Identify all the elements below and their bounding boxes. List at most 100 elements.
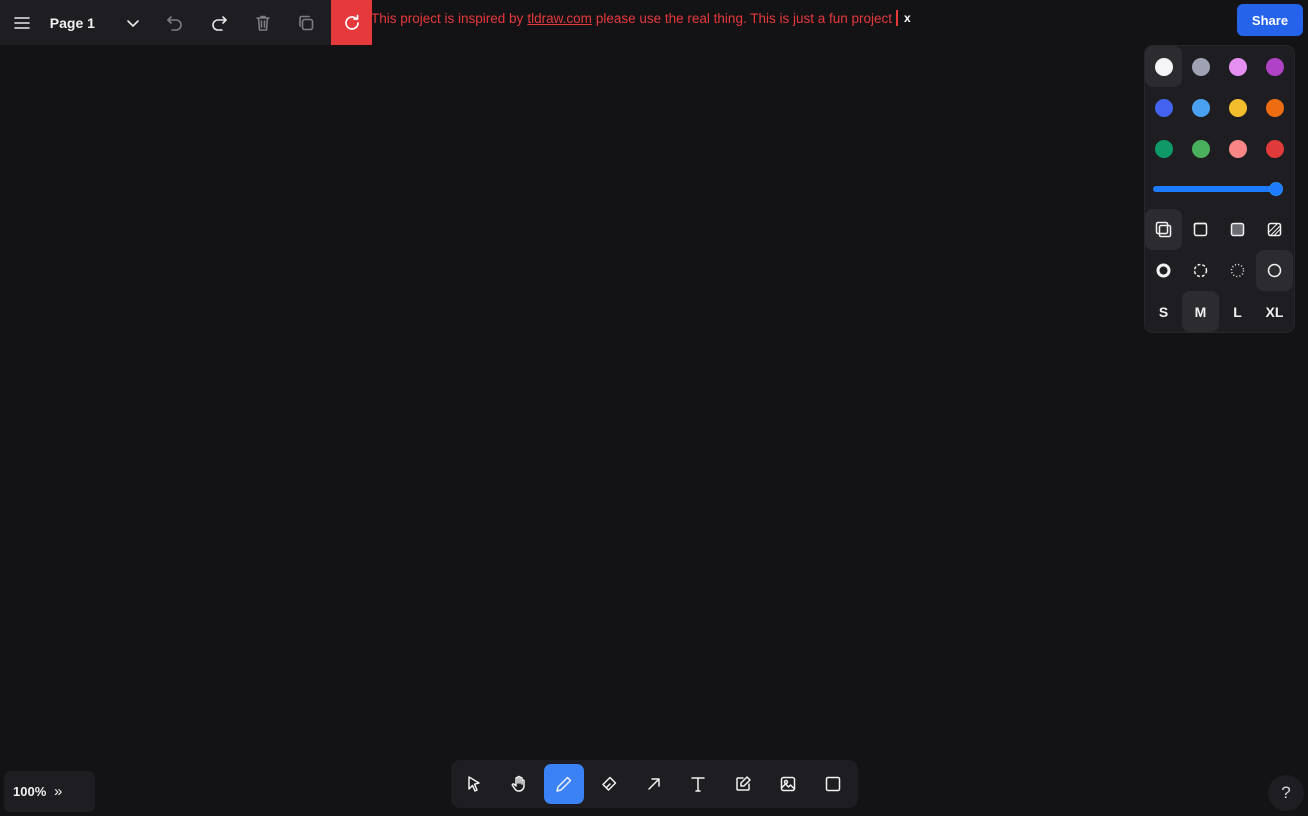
tldraw-link[interactable]: tldraw.com [527,11,592,26]
minimap-toggle-icon[interactable]: » [54,783,62,800]
color-swatch [1265,139,1284,158]
color-picker [1145,46,1294,169]
color-light-green-button[interactable] [1182,128,1219,169]
image-icon [780,776,796,792]
opacity-slider-track[interactable] [1153,186,1281,192]
dash-dotted-button[interactable] [1219,250,1256,291]
page-menu-button[interactable] [113,0,153,45]
color-swatch [1154,98,1173,117]
tool-toolbar [451,760,858,808]
page-name-label[interactable]: Page 1 [44,15,114,31]
size-m-button[interactable]: M [1182,291,1219,332]
trash-icon [255,15,270,31]
size-xl-button[interactable]: XL [1256,291,1293,332]
size-l-label: L [1233,303,1242,320]
color-light-violet-button[interactable] [1219,46,1256,87]
hamburger-menu-icon [14,16,30,29]
tool-image-button[interactable] [768,764,808,804]
dash-solid-button[interactable] [1256,250,1293,291]
color-swatch [1191,57,1210,76]
banner-suffix: please use the real thing. This is just … [595,10,893,26]
reset-button[interactable] [331,0,373,45]
share-button[interactable]: Share [1237,4,1303,36]
help-button[interactable]: ? [1268,775,1304,811]
fill-semi-icon [1193,222,1208,237]
undo-icon [167,15,182,31]
color-light-blue-button[interactable] [1182,87,1219,128]
zoom-panel: 100% » [4,771,95,812]
fill-none-icon [1155,221,1172,238]
color-red-button[interactable] [1256,128,1293,169]
main-menu-button[interactable] [0,0,44,45]
delete-button[interactable] [241,0,285,45]
color-yellow-button[interactable] [1219,87,1256,128]
redo-button[interactable] [197,0,241,45]
color-violet-button[interactable] [1256,46,1293,87]
inspiration-banner: This project is inspired by tldraw.com p… [371,10,911,26]
pencil-icon [555,776,571,792]
size-m-label: M [1194,303,1207,320]
note-icon [736,776,752,791]
refresh-icon [344,14,359,30]
dash-dotted-icon [1230,263,1245,278]
dash-draw-button[interactable] [1145,250,1182,291]
tool-eraser-button[interactable] [589,764,629,804]
color-swatch [1265,98,1284,117]
color-light-red-button[interactable] [1219,128,1256,169]
rectangle-icon [825,776,841,792]
cursor-icon [468,776,480,792]
dash-dashed-icon [1193,263,1208,278]
color-swatch [1154,57,1173,76]
tool-rectangle-button[interactable] [813,764,853,804]
dash-draw-icon [1156,263,1171,278]
duplicate-icon [299,15,314,30]
duplicate-button[interactable] [285,0,329,45]
color-white-button[interactable] [1145,46,1182,87]
color-grey-button[interactable] [1182,46,1219,87]
size-l-button[interactable]: L [1219,291,1256,332]
fill-options [1145,209,1294,250]
zoom-level[interactable]: 100% [13,784,54,799]
color-swatch [1191,139,1210,158]
undo-button[interactable] [153,0,197,45]
redo-icon [212,15,227,31]
dash-solid-icon [1267,263,1282,278]
fill-solid-button[interactable] [1219,209,1256,250]
dash-dashed-button[interactable] [1182,250,1219,291]
color-swatch [1265,57,1284,76]
text-icon [691,777,706,792]
color-swatch [1228,139,1247,158]
size-s-button[interactable]: S [1145,291,1182,332]
banner-close-button[interactable]: x [904,11,911,25]
hand-icon [511,775,525,792]
tool-hand-button[interactable] [499,764,539,804]
fill-semi-button[interactable] [1182,209,1219,250]
top-menu-panel: Page 1 [0,0,373,45]
style-panel: S M L XL [1145,46,1294,332]
dash-options [1145,250,1294,291]
text-cursor [896,10,899,26]
fill-pattern-button[interactable] [1256,209,1293,250]
fill-pattern-icon [1267,222,1282,237]
tool-select-button[interactable] [454,764,494,804]
size-s-label: S [1158,303,1169,320]
tool-text-button[interactable] [678,764,718,804]
size-options: S M L XL [1145,291,1294,332]
eraser-icon [601,776,616,791]
color-swatch [1228,57,1247,76]
tool-note-button[interactable] [723,764,763,804]
tool-arrow-button[interactable] [634,764,674,804]
color-orange-button[interactable] [1256,87,1293,128]
opacity-slider[interactable] [1145,169,1294,209]
chevron-down-icon [127,19,140,27]
fill-none-button[interactable] [1145,209,1182,250]
fill-solid-icon [1230,222,1245,237]
color-swatch [1154,139,1173,158]
size-xl-label: XL [1265,303,1284,320]
opacity-slider-thumb[interactable] [1269,182,1283,196]
tool-draw-button[interactable] [543,764,584,804]
arrow-icon [647,778,660,790]
color-swatch [1228,98,1247,117]
color-green-button[interactable] [1145,128,1182,169]
color-blue-button[interactable] [1145,87,1182,128]
